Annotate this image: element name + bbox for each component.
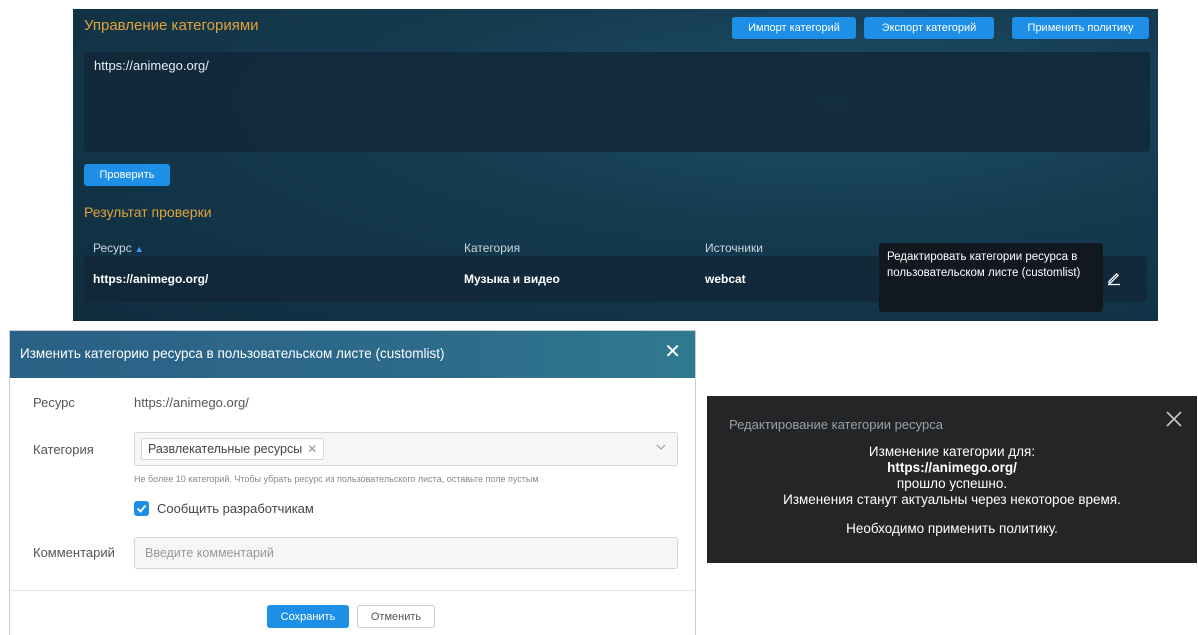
notification-title: Редактирование категории ресурса: [729, 417, 943, 432]
column-header-resource-label: Ресурс: [93, 241, 132, 255]
remove-tag-icon[interactable]: ✕: [307, 442, 317, 456]
category-tag: Развлекательные ресурсы ✕: [141, 438, 325, 460]
import-categories-button[interactable]: Импорт категорий: [732, 17, 856, 39]
column-header-resource[interactable]: Ресурс ▲︎: [93, 241, 144, 255]
close-icon[interactable]: [1165, 410, 1183, 428]
edit-category-dialog: Изменить категорию ресурса в пользовател…: [9, 330, 696, 635]
export-categories-button[interactable]: Экспорт категорий: [864, 17, 994, 39]
column-header-category: Категория: [464, 241, 521, 255]
comment-label: Комментарий: [33, 545, 115, 560]
url-textarea[interactable]: https://animego.org/: [84, 52, 1150, 152]
category-management-panel: Управление категориями Импорт категорий …: [73, 9, 1158, 321]
notify-developers-checkbox[interactable]: [134, 501, 149, 516]
resource-label: Ресурс: [33, 395, 75, 410]
check-button[interactable]: Проверить: [84, 164, 170, 186]
panel-title: Управление категориями: [84, 17, 259, 34]
edit-tooltip: Редактировать категории ресурса в пользо…: [879, 243, 1103, 312]
row-category: Музыка и видео: [464, 272, 560, 286]
notify-developers-label[interactable]: Сообщить разработчикам: [157, 501, 314, 516]
comment-input[interactable]: [134, 537, 678, 569]
notification-line: прошло успешно.: [896, 476, 1008, 491]
close-icon[interactable]: ✕: [664, 342, 681, 362]
row-resource: https://animego.org/: [93, 272, 209, 286]
dialog-title: Изменить категорию ресурса в пользовател…: [20, 346, 445, 361]
success-notification: Редактирование категории ресурса Изменен…: [707, 396, 1197, 563]
save-button[interactable]: Сохранить: [267, 605, 349, 628]
category-select[interactable]: Развлекательные ресурсы ✕: [134, 432, 678, 466]
dialog-header: Изменить категорию ресурса в пользовател…: [10, 331, 695, 378]
notification-body: Изменение категории для: https://animego…: [707, 444, 1197, 537]
result-title: Результат проверки: [84, 204, 212, 220]
chevron-down-icon: [656, 444, 666, 450]
row-sources: webcat: [705, 272, 746, 286]
sort-icon[interactable]: ▲︎: [135, 244, 144, 254]
category-tag-label: Развлекательные ресурсы: [148, 442, 303, 456]
category-label: Категория: [33, 442, 94, 457]
dialog-divider: [10, 590, 695, 591]
edit-icon[interactable]: [1106, 270, 1122, 286]
notification-line: Необходимо применить политику.: [846, 521, 1058, 536]
resource-value: https://animego.org/: [134, 395, 249, 410]
notification-url: https://animego.org/: [887, 460, 1017, 475]
cancel-button[interactable]: Отменить: [357, 605, 435, 628]
notification-line: Изменения станут актуальны через некотор…: [783, 492, 1121, 507]
column-header-sources: Источники: [705, 241, 763, 255]
category-hint: Не более 10 категорий. Чтобы убрать ресу…: [134, 474, 539, 484]
notification-line: Изменение категории для:: [868, 444, 1036, 459]
checkmark-icon: [136, 504, 147, 513]
apply-policy-button[interactable]: Применить политику: [1012, 17, 1149, 39]
